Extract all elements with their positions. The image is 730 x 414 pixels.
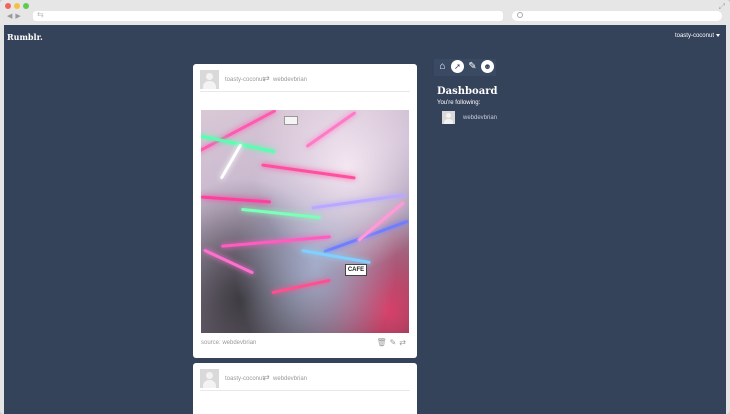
caret-down-icon [716, 33, 720, 37]
url-icon: ⇆ [37, 10, 44, 19]
user-menu[interactable]: toasty-coconut [675, 33, 720, 39]
nav-arrows-icon[interactable]: ◀▶ [7, 12, 24, 20]
following-user[interactable]: webdevbrian [463, 115, 497, 121]
avatar-body-shape [203, 380, 216, 388]
neon-tube [311, 193, 406, 210]
neon-tube [323, 219, 409, 254]
post-photo[interactable]: CAFE [201, 110, 409, 333]
neon-tube [305, 111, 357, 148]
smiley-icon[interactable]: ☻ [481, 60, 494, 73]
expand-icon[interactable]: ⤢ [719, 2, 725, 12]
neon-tube [221, 235, 331, 248]
sidebar-icon-bar: ⌂ ➚ ✎ ☻ [434, 59, 496, 76]
neon-tube [357, 201, 405, 242]
browser-window: ◀▶ ⇆ ⤢ Rumblr. toasty-coconut toasty-coc… [0, 0, 730, 414]
avatar-head-shape [206, 372, 213, 379]
post-footer: source: webdevbrian 🗑✎⇄ [201, 338, 409, 350]
avatar-body-shape [203, 81, 216, 89]
neon-tube [201, 195, 272, 204]
minimize-window-button[interactable] [14, 3, 20, 9]
avatar-head-shape [206, 73, 213, 80]
post-header: toasty-coconut ⇄ webdevbrian [200, 70, 410, 92]
site-logo[interactable]: Rumblr. [7, 32, 43, 42]
neon-tube [301, 248, 371, 265]
pencil-icon[interactable]: ✎ [390, 338, 400, 347]
top-bar: Rumblr. toasty-coconut [4, 25, 726, 47]
username-label: toasty-coconut [674, 33, 714, 39]
ceiling-camera-shape [284, 116, 298, 125]
post-source[interactable]: source: webdevbrian [201, 340, 256, 346]
reblog-icon: ⇄ [263, 373, 270, 382]
post-header: toasty-coconut ⇄ webdevbrian [200, 369, 410, 391]
avatar[interactable] [200, 70, 219, 89]
address-bar[interactable]: ⇆ [33, 10, 503, 21]
dashboard-title: Dashboard [437, 86, 498, 97]
post-card: toasty-coconut ⇄ webdevbrian [193, 64, 417, 358]
maximize-window-button[interactable] [23, 3, 29, 9]
cafe-sign: CAFE [345, 264, 367, 276]
browser-search-bar[interactable] [512, 11, 722, 21]
reblog-icon[interactable]: ⇄ [399, 338, 409, 347]
neon-tube [241, 207, 321, 220]
neon-tube [202, 248, 255, 275]
pencil-icon[interactable]: ✎ [466, 60, 479, 73]
post-actions: 🗑✎⇄ [376, 338, 409, 347]
close-window-button[interactable] [5, 3, 11, 9]
reblog-icon: ⇄ [263, 74, 270, 83]
reblogged-from[interactable]: webdevbrian [273, 77, 307, 83]
avatar-head-shape [446, 113, 451, 118]
search-icon [517, 12, 523, 18]
trash-icon[interactable]: 🗑 [376, 338, 389, 347]
post-author[interactable]: toasty-coconut [225, 376, 264, 382]
browser-chrome: ◀▶ ⇆ ⤢ [0, 0, 730, 25]
avatar[interactable] [200, 369, 219, 388]
avatar-body-shape [444, 119, 453, 124]
reblogged-from[interactable]: webdevbrian [273, 376, 307, 382]
neon-tube [219, 143, 243, 180]
post-card: toasty-coconut ⇄ webdevbrian [193, 363, 417, 414]
following-label: You're following: [437, 100, 481, 106]
post-author[interactable]: toasty-coconut [225, 77, 264, 83]
page-viewport: Rumblr. toasty-coconut toasty-coconut ⇄ … [4, 25, 726, 414]
neon-tube [261, 163, 356, 180]
compass-icon[interactable]: ➚ [451, 60, 464, 73]
avatar[interactable] [442, 111, 455, 124]
home-icon[interactable]: ⌂ [436, 60, 449, 73]
neon-tube [271, 278, 331, 295]
